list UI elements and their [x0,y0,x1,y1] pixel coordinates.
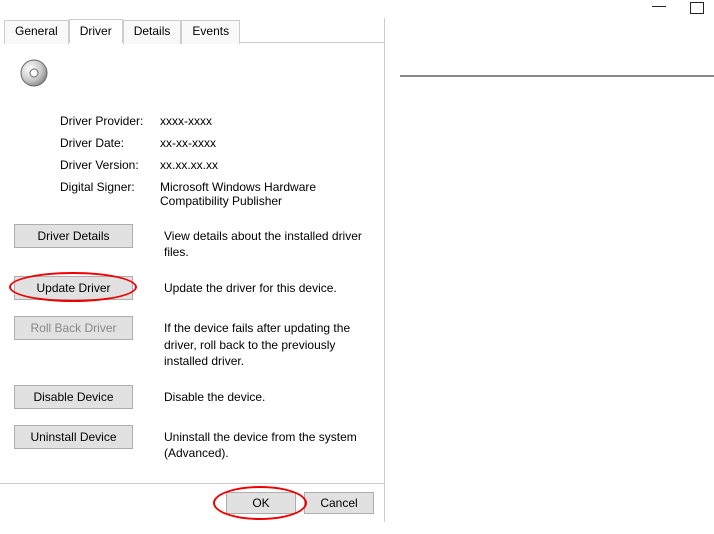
driver-provider-label: Driver Provider: [60,114,160,128]
roll-back-driver-button: Roll Back Driver [14,316,133,340]
driver-date-value: xx-xx-xxxx [160,136,370,150]
uninstall-device-button[interactable]: Uninstall Device [14,425,133,449]
dialog-footer: OK Cancel [0,483,384,522]
minimize-icon[interactable] [652,6,666,7]
driver-details-button[interactable]: Driver Details [14,224,133,248]
driver-info: Driver Provider: xxxx-xxxx Driver Date: … [60,114,370,208]
driver-provider-value: xxxx-xxxx [160,114,370,128]
digital-signer-value: Microsoft Windows Hardware Compatibility… [160,180,370,208]
tab-bar: General Driver Details Events [4,18,384,43]
cancel-button[interactable]: Cancel [304,492,374,514]
disable-device-desc: Disable the device. [164,385,370,405]
update-driver-desc: Update the driver for this device. [164,276,370,296]
driver-properties-dialog: General Driver Details Events [0,18,385,522]
ok-button[interactable]: OK [226,492,296,514]
tab-driver[interactable]: Driver [69,19,123,43]
driver-version-label: Driver Version: [60,158,160,172]
uninstall-device-desc: Uninstall the device from the system (Ad… [164,425,370,461]
disable-device-button[interactable]: Disable Device [14,385,133,409]
roll-back-driver-desc: If the device fails after updating the d… [164,316,370,369]
tab-details[interactable]: Details [123,20,182,44]
driver-date-label: Driver Date: [60,136,160,150]
device-icon [18,57,50,89]
driver-tab-content: Driver Provider: xxxx-xxxx Driver Date: … [0,43,384,483]
driver-version-value: xx.xx.xx.xx [160,158,370,172]
separator [400,75,714,77]
driver-details-desc: View details about the installed driver … [164,224,370,260]
device-header [14,57,370,92]
digital-signer-label: Digital Signer: [60,180,160,194]
maximize-icon[interactable] [690,2,704,14]
update-driver-button[interactable]: Update Driver [14,276,133,300]
tab-general[interactable]: General [4,20,69,44]
tab-events[interactable]: Events [181,20,240,44]
